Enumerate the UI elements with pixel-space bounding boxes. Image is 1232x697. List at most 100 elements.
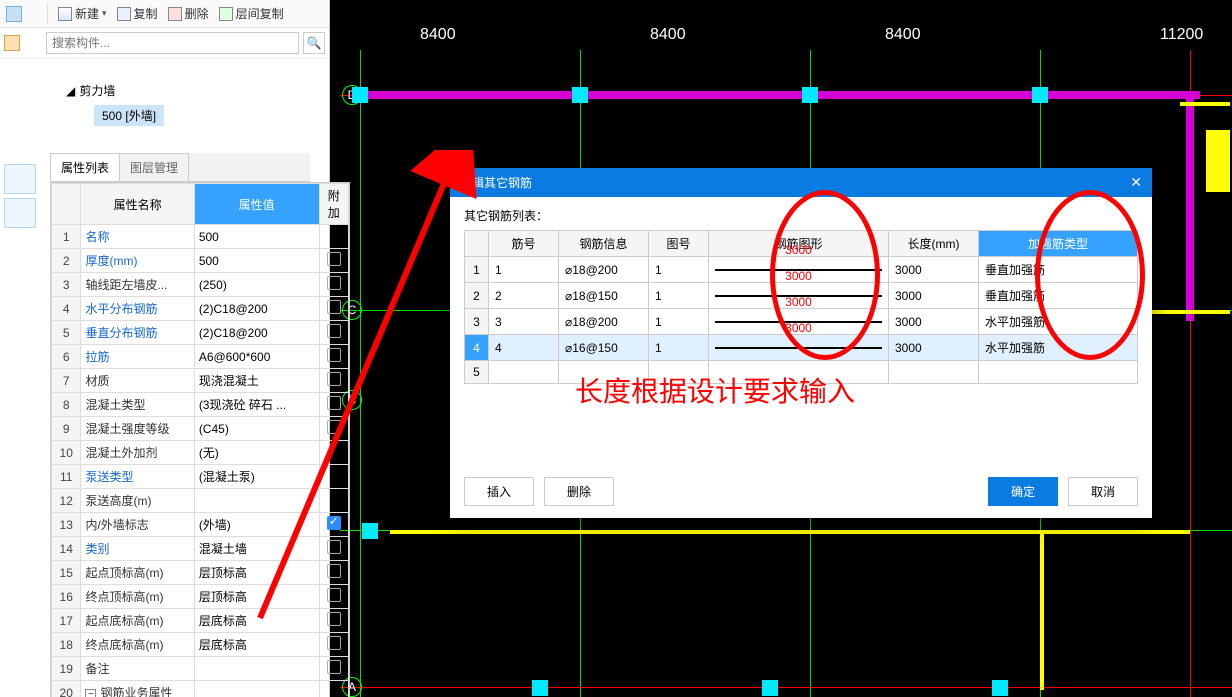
column-element[interactable] — [532, 680, 548, 696]
col-len[interactable]: 长度(mm) — [889, 231, 979, 257]
cell-info[interactable]: ⌀16@150 — [559, 335, 649, 361]
prop-value[interactable]: 层顶标高 — [194, 561, 319, 585]
prop-value[interactable]: (2)C18@200 — [194, 321, 319, 345]
checkbox[interactable] — [327, 276, 341, 290]
wall-element[interactable] — [1186, 91, 1194, 321]
prop-row[interactable]: 17起点底标高(m)层底标高 — [52, 609, 349, 633]
close-button[interactable]: ✕ — [1130, 174, 1142, 191]
strip-tool[interactable] — [4, 164, 36, 194]
strip-tool[interactable] — [4, 198, 36, 228]
prop-value[interactable] — [194, 489, 319, 513]
delete-button[interactable]: 删除 — [544, 477, 614, 506]
col-value[interactable]: 属性值 — [194, 184, 319, 225]
prop-row[interactable]: 13内/外墙标志(外墙) — [52, 513, 349, 537]
search-button[interactable]: 🔍 — [303, 32, 325, 54]
tab-properties[interactable]: 属性列表 — [50, 153, 120, 181]
prop-add[interactable] — [319, 441, 349, 465]
prop-value[interactable]: 层顶标高 — [194, 585, 319, 609]
dialog-titlebar[interactable]: 编辑其它钢筋 ✕ — [450, 168, 1152, 197]
prop-add[interactable] — [319, 537, 349, 561]
prop-row[interactable]: 5垂直分布钢筋(2)C18@200 — [52, 321, 349, 345]
property-grid[interactable]: 属性名称 属性值 附加 1名称5002厚度(mm)5003轴线距左墙皮...(2… — [50, 182, 350, 697]
prop-row[interactable]: 6拉筋A6@600*600 — [52, 345, 349, 369]
prop-row[interactable]: 15起点顶标高(m)层顶标高 — [52, 561, 349, 585]
cell-fig[interactable]: 1 — [649, 283, 709, 309]
prop-row[interactable]: 20−钢筋业务属性 — [52, 681, 349, 697]
prop-row[interactable]: 8混凝土类型(3现浇砼 碎石 ... — [52, 393, 349, 417]
column-element[interactable] — [362, 523, 378, 539]
prop-value[interactable]: (C45) — [194, 417, 319, 441]
cell-num[interactable]: 1 — [489, 257, 559, 283]
cell-num[interactable]: 3 — [489, 309, 559, 335]
delete-button[interactable]: 删除 — [168, 5, 209, 22]
column-element[interactable] — [802, 87, 818, 103]
panel-icon[interactable] — [4, 35, 20, 51]
checkbox[interactable] — [327, 396, 341, 410]
prop-value[interactable]: 500 — [194, 225, 319, 249]
prop-row[interactable]: 18终点底标高(m)层底标高 — [52, 633, 349, 657]
prop-row[interactable]: 3轴线距左墙皮...(250) — [52, 273, 349, 297]
column-element[interactable] — [572, 87, 588, 103]
prop-add[interactable] — [319, 657, 349, 681]
tree-item-root[interactable]: ◢ 剪力墙 — [54, 79, 329, 102]
prop-row[interactable]: 12泵送高度(m) — [52, 489, 349, 513]
checkbox[interactable] — [327, 372, 341, 386]
col-add[interactable]: 附加 — [319, 184, 349, 225]
cell-info[interactable]: ⌀18@150 — [559, 283, 649, 309]
copy-button[interactable]: 复制 — [117, 5, 158, 22]
checkbox[interactable] — [327, 636, 341, 650]
cell-num[interactable]: 2 — [489, 283, 559, 309]
prop-row[interactable]: 2厚度(mm)500 — [52, 249, 349, 273]
prop-row[interactable]: 14类别混凝土墙 — [52, 537, 349, 561]
cell-fig[interactable]: 1 — [649, 335, 709, 361]
prop-add[interactable] — [319, 321, 349, 345]
prop-add[interactable] — [319, 393, 349, 417]
panel-icon[interactable] — [6, 6, 22, 22]
cell-num[interactable]: 4 — [489, 335, 559, 361]
ok-button[interactable]: 确定 — [988, 477, 1058, 506]
checkbox[interactable] — [327, 540, 341, 554]
col-num[interactable]: 筋号 — [489, 231, 559, 257]
tree-item-child[interactable]: 500 [外墙] — [54, 102, 329, 129]
prop-add[interactable] — [319, 369, 349, 393]
column-element[interactable] — [352, 87, 368, 103]
col-info[interactable]: 钢筋信息 — [559, 231, 649, 257]
prop-value[interactable]: (外墙) — [194, 513, 319, 537]
prop-value[interactable]: 混凝土墙 — [194, 537, 319, 561]
prop-row[interactable]: 11泵送类型(混凝土泵) — [52, 465, 349, 489]
prop-add[interactable] — [319, 465, 349, 489]
column-element[interactable] — [1032, 87, 1048, 103]
column-element[interactable] — [762, 680, 778, 696]
component-tree[interactable]: ◢ 剪力墙 500 [外墙] — [44, 73, 329, 153]
prop-row[interactable]: 7材质现浇混凝土 — [52, 369, 349, 393]
prop-add[interactable] — [319, 489, 349, 513]
cell-len[interactable]: 3000 — [889, 257, 979, 283]
cell-fig[interactable]: 1 — [649, 257, 709, 283]
prop-row[interactable]: 1名称500 — [52, 225, 349, 249]
prop-row[interactable]: 19备注 — [52, 657, 349, 681]
prop-value[interactable]: 层底标高 — [194, 609, 319, 633]
prop-value[interactable]: 现浇混凝土 — [194, 369, 319, 393]
element[interactable] — [1180, 102, 1230, 106]
prop-value[interactable]: (250) — [194, 273, 319, 297]
prop-value[interactable]: 500 — [194, 249, 319, 273]
prop-add[interactable] — [319, 273, 349, 297]
prop-value[interactable]: 层底标高 — [194, 633, 319, 657]
prop-row[interactable]: 16终点顶标高(m)层顶标高 — [52, 585, 349, 609]
col-name[interactable]: 属性名称 — [81, 184, 194, 225]
cell-len[interactable]: 3000 — [889, 309, 979, 335]
checkbox[interactable] — [327, 660, 341, 674]
cell-info[interactable]: ⌀18@200 — [559, 257, 649, 283]
cell-len[interactable]: 3000 — [889, 283, 979, 309]
element[interactable] — [1040, 530, 1044, 690]
element[interactable] — [390, 530, 1190, 534]
prop-value[interactable]: (3现浇砼 碎石 ... — [194, 393, 319, 417]
new-button[interactable]: 新建▾ — [58, 5, 107, 22]
cancel-button[interactable]: 取消 — [1068, 477, 1138, 506]
wall-element[interactable] — [360, 91, 1200, 99]
prop-value[interactable]: (无) — [194, 441, 319, 465]
checkbox[interactable] — [327, 564, 341, 578]
tab-layers[interactable]: 图层管理 — [119, 153, 189, 181]
checkbox[interactable] — [327, 348, 341, 362]
prop-value[interactable]: A6@600*600 — [194, 345, 319, 369]
